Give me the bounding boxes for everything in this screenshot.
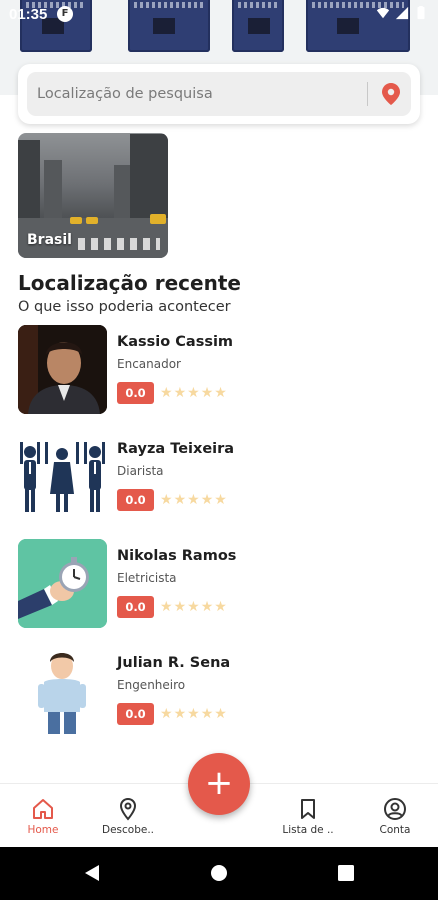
- nav-label-account: Conta: [379, 824, 411, 836]
- nav-label-home: Home: [27, 824, 59, 836]
- star-icon: ★: [187, 706, 200, 722]
- star-icon: ★: [187, 385, 200, 401]
- professional-role: Diarista: [117, 464, 164, 478]
- star-icon: ★: [214, 492, 227, 508]
- avatar: [18, 539, 107, 628]
- professional-item[interactable]: Nikolas Ramos Eletricista 0.0 ★ ★ ★ ★ ★: [18, 539, 418, 629]
- location-pin-icon: [382, 83, 400, 105]
- rating-badge: 0.0: [117, 382, 154, 404]
- star-rating: ★ ★ ★ ★ ★: [160, 597, 227, 617]
- section-subtitle: O que isso poderia acontecer: [18, 299, 231, 315]
- bookmark-icon: [301, 799, 315, 819]
- building-graphic: [130, 134, 168, 220]
- star-rating: ★ ★ ★ ★ ★: [160, 704, 227, 724]
- signal-icon: [395, 6, 409, 20]
- professional-name: Nikolas Ramos: [117, 548, 237, 564]
- nav-item-account[interactable]: Conta: [355, 784, 435, 848]
- star-icon: ★: [214, 706, 227, 722]
- home-icon: [33, 799, 53, 819]
- system-navigation-bar: [0, 847, 438, 900]
- professional-role: Engenheiro: [117, 678, 186, 692]
- star-icon: ★: [187, 492, 200, 508]
- user-circle-icon: [384, 798, 406, 820]
- building-graphic: [114, 165, 130, 220]
- avatar: [18, 432, 107, 521]
- professional-role: Encanador: [117, 357, 181, 371]
- nav-label-list: Lista de ..: [282, 824, 334, 836]
- search-box: [27, 72, 411, 116]
- professional-role: Eletricista: [117, 571, 177, 585]
- star-icon: ★: [214, 385, 227, 401]
- star-icon: ★: [173, 385, 187, 401]
- nav-label-discover: Descobe..: [101, 824, 154, 836]
- star-icon: ★: [200, 385, 214, 401]
- building-graphic: [44, 160, 62, 220]
- taxi-graphic: [86, 217, 98, 224]
- map-pin-icon: [119, 797, 137, 821]
- star-icon: ★: [173, 599, 187, 615]
- add-button[interactable]: +: [188, 753, 250, 815]
- star-icon: ★: [160, 492, 173, 508]
- battery-icon: [417, 6, 425, 20]
- status-icons: [376, 6, 428, 20]
- rating-badge: 0.0: [117, 489, 154, 511]
- location-pin-button[interactable]: [377, 80, 405, 108]
- search-divider: [367, 82, 368, 106]
- app-notification-icon: F: [57, 6, 73, 22]
- professional-name: Julian R. Sena: [117, 655, 231, 671]
- crosswalk-graphic: [78, 238, 160, 250]
- wifi-icon: [376, 7, 390, 19]
- taxi-graphic: [70, 217, 82, 224]
- professional-item[interactable]: Julian R. Sena Engenheiro 0.0 ★ ★ ★ ★ ★: [18, 646, 418, 736]
- location-card-brasil[interactable]: Brasil: [18, 133, 168, 258]
- nav-item-home[interactable]: Home: [3, 784, 83, 848]
- back-icon[interactable]: [83, 864, 101, 882]
- professional-name: Kassio Cassim: [117, 334, 234, 350]
- avatar: [18, 646, 107, 735]
- taxi-graphic: [150, 214, 166, 224]
- search-card: [18, 64, 420, 124]
- status-bar: 01:35 F: [0, 0, 438, 30]
- location-label: Brasil: [27, 232, 72, 248]
- status-time: 01:35: [9, 6, 48, 23]
- search-input[interactable]: [27, 72, 357, 116]
- star-rating: ★ ★ ★ ★ ★: [160, 490, 227, 510]
- star-icon: ★: [200, 706, 214, 722]
- nav-item-discover[interactable]: Descobe..: [88, 784, 168, 848]
- nav-item-list[interactable]: Lista de ..: [268, 784, 348, 848]
- rating-badge: 0.0: [117, 703, 154, 725]
- star-icon: ★: [173, 492, 187, 508]
- professional-item[interactable]: Rayza Teixeira Diarista 0.0 ★ ★ ★ ★ ★: [18, 432, 418, 522]
- star-icon: ★: [160, 599, 173, 615]
- avatar: [18, 325, 107, 414]
- star-icon: ★: [160, 706, 173, 722]
- star-icon: ★: [173, 706, 187, 722]
- star-icon: ★: [214, 599, 227, 615]
- star-icon: ★: [160, 385, 173, 401]
- professional-item[interactable]: Kassio Cassim Encanador 0.0 ★ ★ ★ ★ ★: [18, 325, 418, 415]
- home-circle-icon[interactable]: [210, 864, 228, 882]
- star-rating: ★ ★ ★ ★ ★: [160, 383, 227, 403]
- building-graphic: [18, 140, 40, 220]
- recents-icon[interactable]: [337, 864, 355, 882]
- star-icon: ★: [200, 599, 214, 615]
- rating-badge: 0.0: [117, 596, 154, 618]
- star-icon: ★: [187, 599, 200, 615]
- section-title: Localização recente: [18, 271, 241, 295]
- star-icon: ★: [200, 492, 214, 508]
- professional-name: Rayza Teixeira: [117, 441, 235, 457]
